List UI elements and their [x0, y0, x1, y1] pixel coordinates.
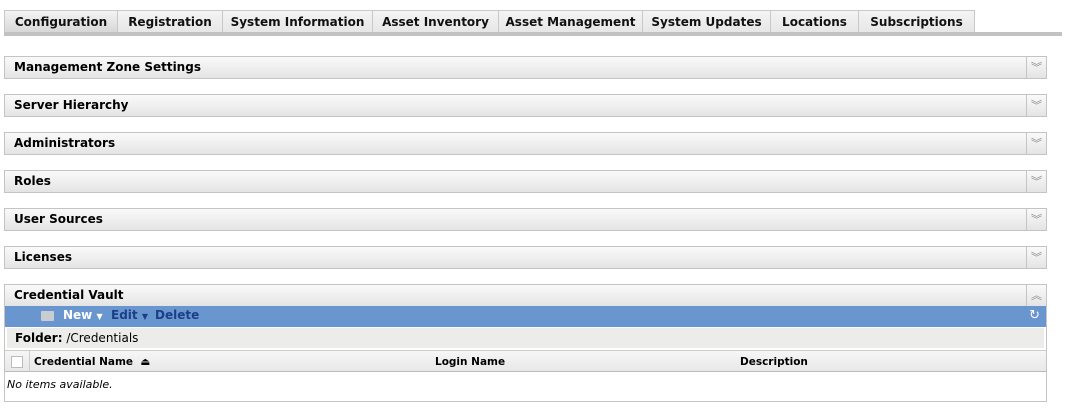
panel-title: Management Zone Settings	[14, 60, 201, 74]
folder-value: /Credentials	[66, 331, 139, 345]
new-button[interactable]: New ▼	[63, 308, 103, 322]
tab-bar: Configuration Registration System Inform…	[4, 10, 975, 33]
expand-icon[interactable]: ︾	[1026, 209, 1046, 230]
empty-message: No items available.	[7, 378, 113, 391]
tab-asset-management[interactable]: Asset Management	[499, 10, 643, 33]
panel-title: Licenses	[14, 250, 72, 264]
expand-icon[interactable]: ︾	[1026, 57, 1046, 78]
folder-path: Folder: /Credentials	[7, 328, 1044, 348]
select-all-checkbox[interactable]	[11, 356, 23, 368]
expand-icon[interactable]: ︾	[1026, 133, 1046, 154]
expand-icon[interactable]: ︾	[1026, 247, 1046, 268]
expand-icon[interactable]: ︾	[1026, 95, 1046, 116]
edit-button[interactable]: Edit ▼	[111, 308, 148, 322]
new-label: New	[63, 308, 93, 322]
folder-label: Folder:	[15, 331, 63, 345]
tab-subscriptions[interactable]: Subscriptions	[859, 10, 975, 33]
delete-button[interactable]: Delete	[155, 308, 199, 322]
tab-registration[interactable]: Registration	[118, 10, 223, 33]
tab-locations[interactable]: Locations	[771, 10, 859, 33]
collapse-icon[interactable]: ︽	[1026, 285, 1046, 306]
panel-user-sources[interactable]: User Sources ︾	[4, 208, 1047, 231]
panel-administrators[interactable]: Administrators ︾	[4, 132, 1047, 155]
panel-title: Credential Vault	[14, 288, 124, 302]
edit-label: Edit	[111, 308, 138, 322]
panel-server-hierarchy[interactable]: Server Hierarchy ︾	[4, 94, 1047, 117]
panel-licenses[interactable]: Licenses ︾	[4, 246, 1047, 269]
folder-up-icon[interactable]	[41, 311, 54, 321]
column-description[interactable]: Description	[740, 356, 808, 368]
panel-title: Administrators	[14, 136, 116, 150]
tab-asset-inventory[interactable]: Asset Inventory	[373, 10, 499, 33]
tab-system-updates[interactable]: System Updates	[643, 10, 771, 33]
tab-underline	[4, 32, 1062, 36]
column-login-name[interactable]: Login Name	[435, 356, 505, 368]
refresh-icon[interactable]: ↻	[1029, 308, 1040, 323]
tab-configuration[interactable]: Configuration	[4, 10, 118, 33]
panel-title: Roles	[14, 174, 51, 188]
toolbar: New ▼ Edit ▼ Delete ↻	[5, 306, 1046, 327]
divider	[29, 351, 30, 372]
tab-system-information[interactable]: System Information	[223, 10, 373, 33]
panel-title: Server Hierarchy	[14, 98, 129, 112]
chevron-down-icon: ▼	[141, 312, 148, 321]
chevron-down-icon: ▼	[96, 312, 103, 321]
credential-vault-content: New ▼ Edit ▼ Delete ↻ Folder: /Credentia…	[4, 306, 1047, 402]
panel-roles[interactable]: Roles ︾	[4, 170, 1047, 193]
table-header: Credential Name ⏏ Login Name Description	[5, 350, 1046, 372]
panel-management-zone-settings[interactable]: Management Zone Settings ︾	[4, 56, 1047, 79]
panel-credential-vault[interactable]: Credential Vault ︽	[4, 284, 1047, 307]
column-credential-name[interactable]: Credential Name ⏏	[34, 356, 150, 368]
panel-title: User Sources	[14, 212, 103, 226]
sort-ascending-icon: ⏏	[140, 356, 151, 368]
expand-icon[interactable]: ︾	[1026, 171, 1046, 192]
column-label: Credential Name	[34, 356, 134, 368]
